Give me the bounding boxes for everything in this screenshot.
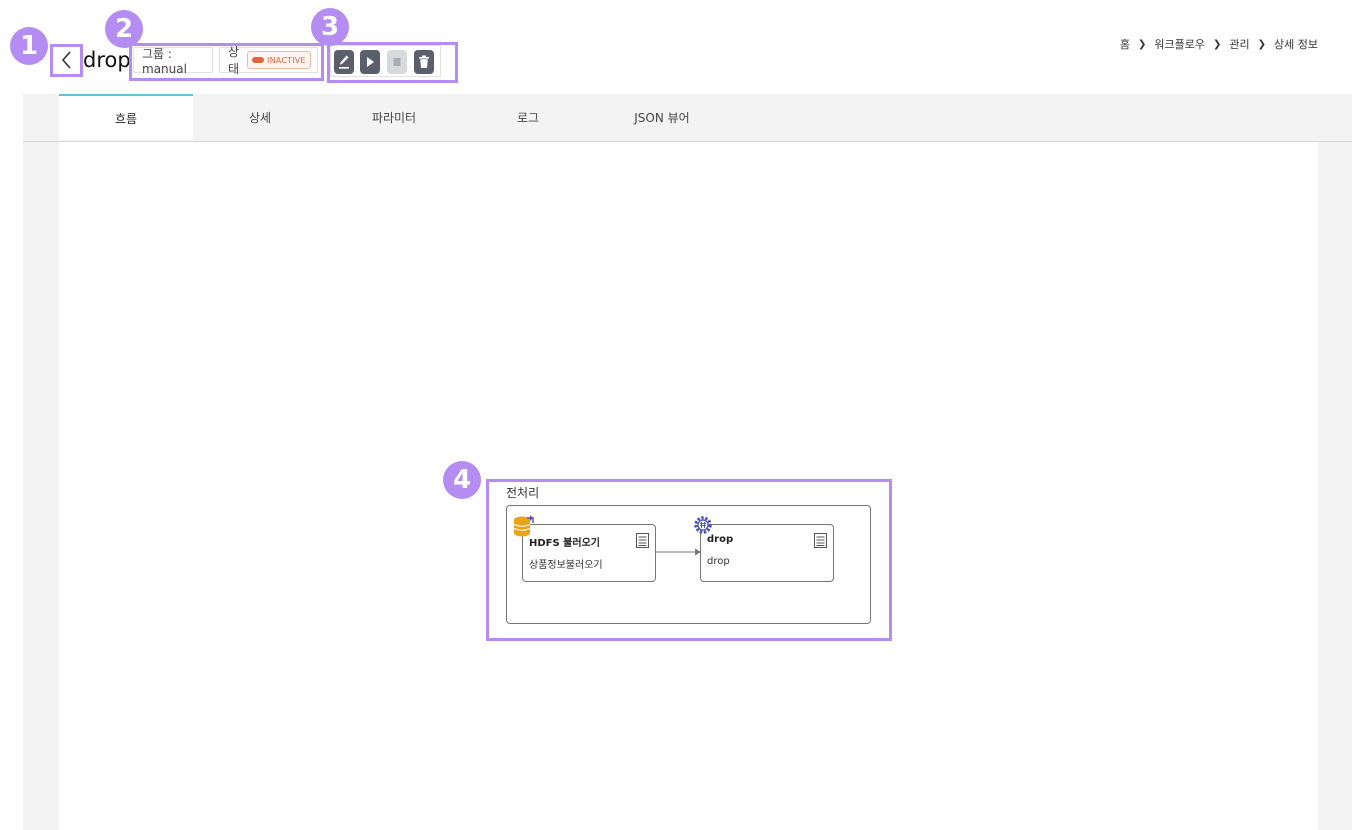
callout-badge-1: 1	[10, 27, 48, 65]
tab-parameters[interactable]: 파라미터	[327, 94, 461, 140]
chevron-right-icon: ❯	[1137, 38, 1147, 50]
tab-json-viewer[interactable]: JSON 뷰어	[595, 94, 729, 140]
callout-box-2	[129, 43, 324, 81]
chevron-right-icon: ❯	[1212, 38, 1222, 50]
callout-badge-2: 2	[105, 10, 143, 48]
breadcrumb-manage[interactable]: 관리	[1229, 36, 1249, 52]
callout-box-1	[50, 44, 83, 77]
breadcrumb-home[interactable]: 홈	[1120, 36, 1130, 52]
tab-flow[interactable]: 흐름	[59, 94, 193, 140]
breadcrumb-current: 상세 정보	[1274, 38, 1318, 51]
page-title: drop	[83, 48, 131, 72]
breadcrumb-workflow[interactable]: 워크플로우	[1154, 36, 1205, 52]
tab-bar: 흐름 상세 파라미터 로그 JSON 뷰어	[23, 94, 1352, 142]
callout-box-3	[327, 42, 458, 83]
tab-log[interactable]: 로그	[461, 94, 595, 140]
chevron-right-icon: ❯	[1257, 38, 1267, 50]
breadcrumb: 홈 ❯ 워크플로우 ❯ 관리 ❯ 상세 정보	[1120, 36, 1318, 52]
callout-badge-3: 3	[311, 8, 349, 46]
callout-badge-4: 4	[443, 461, 481, 499]
tab-details[interactable]: 상세	[193, 94, 327, 140]
callout-box-4	[486, 479, 892, 641]
